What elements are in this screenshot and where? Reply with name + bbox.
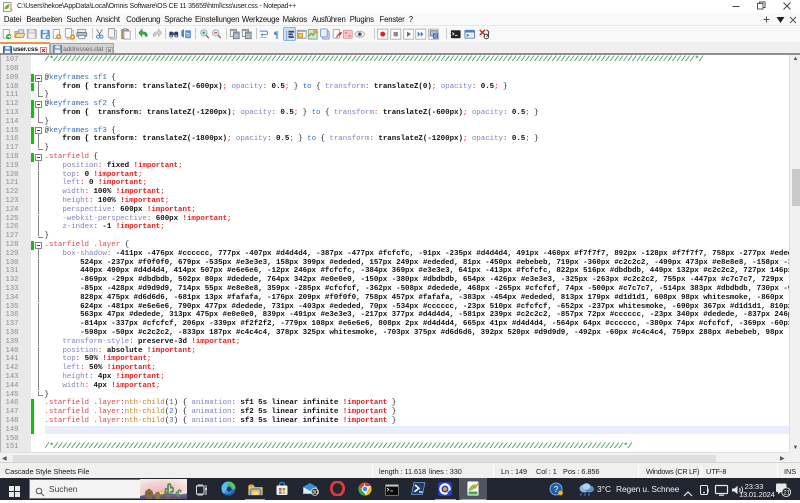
svg-text:?: ?: [554, 484, 559, 494]
svg-text:80: 80: [312, 490, 318, 496]
svg-text:¶: ¶: [274, 30, 279, 41]
svg-text:21: 21: [783, 490, 790, 496]
svg-text:b: b: [186, 31, 190, 38]
